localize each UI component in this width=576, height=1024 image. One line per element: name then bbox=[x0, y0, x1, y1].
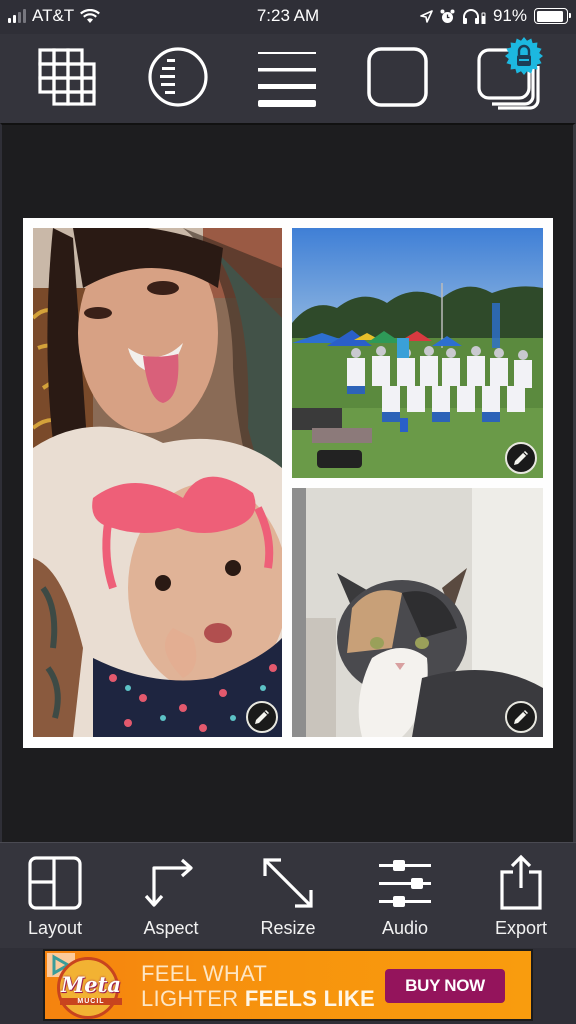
aspect-label: Aspect bbox=[143, 918, 199, 938]
edit-photo-2-button[interactable] bbox=[505, 442, 537, 474]
location-icon bbox=[420, 9, 433, 23]
audio-button[interactable]: Audio bbox=[355, 853, 455, 939]
ad-headline: FEEL WHAT LIGHTER FEELS LIKE bbox=[141, 961, 375, 1011]
aspect-button[interactable]: Aspect bbox=[121, 853, 221, 939]
ad-banner[interactable]: Meta MUCIL FEEL WHAT LIGHTER FEELS LIKE … bbox=[43, 949, 533, 1021]
cat-photo-image bbox=[292, 488, 543, 737]
grid-tool-button[interactable] bbox=[34, 44, 100, 110]
collage-cell-3-photo[interactable] bbox=[292, 488, 543, 737]
battery-percent: 91% bbox=[492, 6, 527, 25]
ad-brand-logo: Meta MUCIL bbox=[57, 957, 122, 1019]
rounded-corners-tool-button[interactable] bbox=[365, 44, 431, 110]
corner-radius-tool-button[interactable] bbox=[145, 44, 211, 110]
ad-headline-line1: FEEL WHAT bbox=[141, 961, 268, 986]
grid-icon bbox=[38, 48, 96, 106]
layout-icon bbox=[28, 856, 82, 910]
resize-diagonal-icon bbox=[263, 858, 313, 908]
edit-photo-3-button[interactable] bbox=[505, 701, 537, 733]
battery-icon bbox=[534, 8, 571, 24]
pencil-icon bbox=[514, 710, 528, 724]
ad-buy-now-button[interactable]: BUY NOW bbox=[385, 969, 505, 1003]
ad-headline-bold: FEELS LIKE bbox=[244, 986, 375, 1011]
half-circle-lines-icon bbox=[148, 47, 208, 107]
selfie-photo-image bbox=[33, 228, 282, 737]
headphones-icon bbox=[462, 8, 486, 24]
collage-frame bbox=[23, 218, 553, 748]
ad-headline-light: LIGHTER bbox=[141, 986, 245, 1011]
line-thickness-icon bbox=[258, 52, 316, 107]
ad-brand-sub: MUCIL bbox=[60, 998, 122, 1005]
aspect-arrows-icon bbox=[144, 858, 193, 907]
status-bar: AT&T 7:23 AM 91% bbox=[0, 0, 576, 34]
collage-cell-1-photo[interactable] bbox=[33, 228, 282, 737]
ad-brand-name: Meta bbox=[61, 972, 121, 997]
rounded-square-icon bbox=[367, 47, 428, 107]
edit-photo-1-button[interactable] bbox=[246, 701, 278, 733]
layout-label: Layout bbox=[27, 918, 83, 938]
resize-button[interactable]: Resize bbox=[238, 853, 338, 939]
shadow-tool-button[interactable] bbox=[476, 37, 543, 110]
export-button[interactable]: Export bbox=[471, 853, 571, 939]
collage-cell-2-photo[interactable] bbox=[292, 228, 543, 478]
lock-icon bbox=[505, 37, 543, 75]
border-width-tool-button[interactable] bbox=[254, 44, 320, 110]
resize-label: Resize bbox=[260, 918, 316, 938]
layout-button[interactable]: Layout bbox=[5, 853, 105, 939]
pencil-icon bbox=[255, 710, 269, 724]
sliders-icon bbox=[379, 860, 431, 907]
team-photo-image bbox=[292, 228, 543, 478]
top-toolbar bbox=[0, 34, 576, 123]
export-label: Export bbox=[494, 918, 548, 938]
share-icon bbox=[500, 854, 542, 910]
pencil-icon bbox=[514, 451, 528, 465]
alarm-icon bbox=[440, 9, 455, 23]
audio-label: Audio bbox=[381, 918, 429, 938]
bottom-toolbar: Layout Aspect Resize Audio Export bbox=[0, 842, 576, 948]
